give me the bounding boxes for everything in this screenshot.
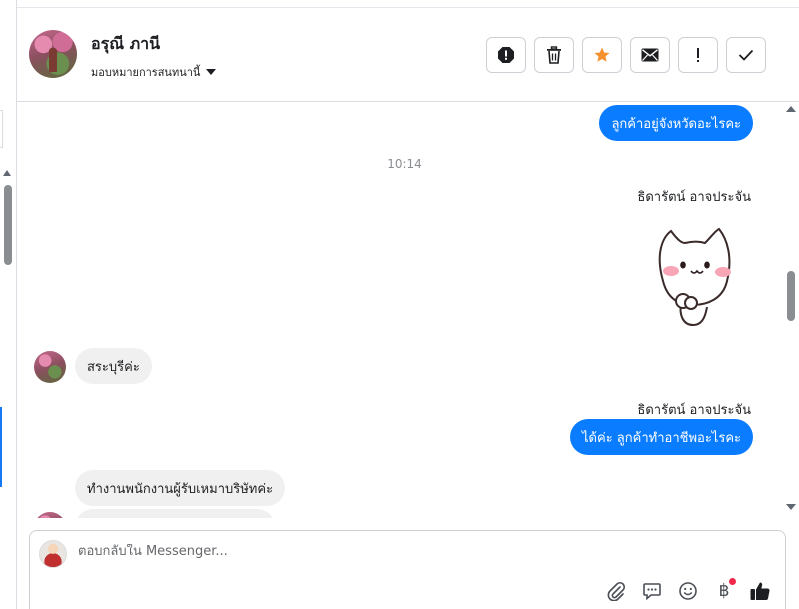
reply-composer: ฿	[29, 530, 786, 609]
assign-conversation-dropdown[interactable]: มอบหมายการสนทนานี้	[91, 63, 217, 81]
star-icon	[594, 47, 610, 62]
assign-label: มอบหมายการสนทนานี้	[91, 66, 201, 79]
composer-tools: ฿	[603, 578, 773, 604]
conversation-header: อรุณี ภานี มอบหมายการสนทนานี้	[17, 8, 799, 102]
delete-button[interactable]	[534, 37, 574, 73]
caret-down-icon	[206, 69, 217, 75]
mark-done-button[interactable]	[726, 37, 766, 73]
outgoing-message[interactable]: ลูกค้าอยู่จังหวัดอะไรคะ	[599, 105, 753, 141]
exclamation-icon	[697, 48, 699, 62]
cat-sticker[interactable]	[645, 223, 737, 327]
star-button[interactable]	[582, 37, 622, 73]
sender-name: ธิดารัตน์ อาจประจัน	[637, 403, 751, 418]
scroll-up-icon[interactable]	[786, 106, 796, 112]
chat-bubble-icon	[643, 583, 661, 601]
contact-avatar-small[interactable]	[34, 512, 66, 518]
emoji-button[interactable]	[675, 578, 701, 604]
scrollbar-thumb[interactable]	[787, 271, 795, 321]
incoming-message-partial[interactable]	[75, 509, 275, 518]
trash-icon	[547, 46, 561, 64]
attach-button[interactable]	[603, 578, 629, 604]
notification-dot	[729, 578, 736, 585]
octagon-alert-icon	[498, 47, 514, 63]
left-scroll-up-icon[interactable]	[3, 170, 11, 176]
incoming-message[interactable]: ทำงานพนักงานผู้รับเหมาบริษัทค่ะ	[75, 470, 286, 506]
contact-name[interactable]: อรุณี ภานี	[91, 32, 160, 57]
left-selection-indicator	[0, 407, 2, 487]
mark-unread-button[interactable]	[630, 37, 670, 73]
contact-avatar[interactable]	[29, 30, 77, 78]
spam-button[interactable]	[486, 37, 526, 73]
header-actions	[486, 37, 766, 73]
like-button[interactable]	[747, 578, 773, 604]
scroll-down-icon[interactable]	[786, 504, 796, 510]
check-icon	[738, 49, 754, 61]
incoming-message[interactable]: สระบุรีค่ะ	[75, 348, 152, 384]
left-panel-element	[0, 110, 3, 148]
paperclip-icon	[607, 581, 626, 601]
envelope-icon	[641, 48, 659, 62]
left-scrollbar-thumb[interactable]	[4, 185, 12, 265]
page-avatar	[39, 540, 67, 568]
timestamp: 10:14	[387, 157, 422, 171]
follow-up-button[interactable]	[678, 37, 718, 73]
smiley-icon	[679, 582, 697, 600]
baht-icon: ฿	[718, 581, 730, 601]
reply-input[interactable]	[78, 544, 578, 559]
sender-name: ธิดารัตน์ อาจประจัน	[637, 190, 751, 205]
outgoing-message[interactable]: ได้ค่ะ ลูกค้าทำอาชีพอะไรคะ	[570, 419, 753, 455]
thumbs-up-icon	[750, 582, 770, 601]
message-list: ลูกค้าอยู่จังหวัดอะไรคะ 10:14 ธิดารัตน์ …	[17, 103, 785, 518]
saved-replies-button[interactable]	[639, 578, 665, 604]
payment-button[interactable]: ฿	[711, 578, 737, 604]
left-panel-edge	[0, 0, 17, 609]
contact-avatar-small[interactable]	[34, 351, 66, 383]
